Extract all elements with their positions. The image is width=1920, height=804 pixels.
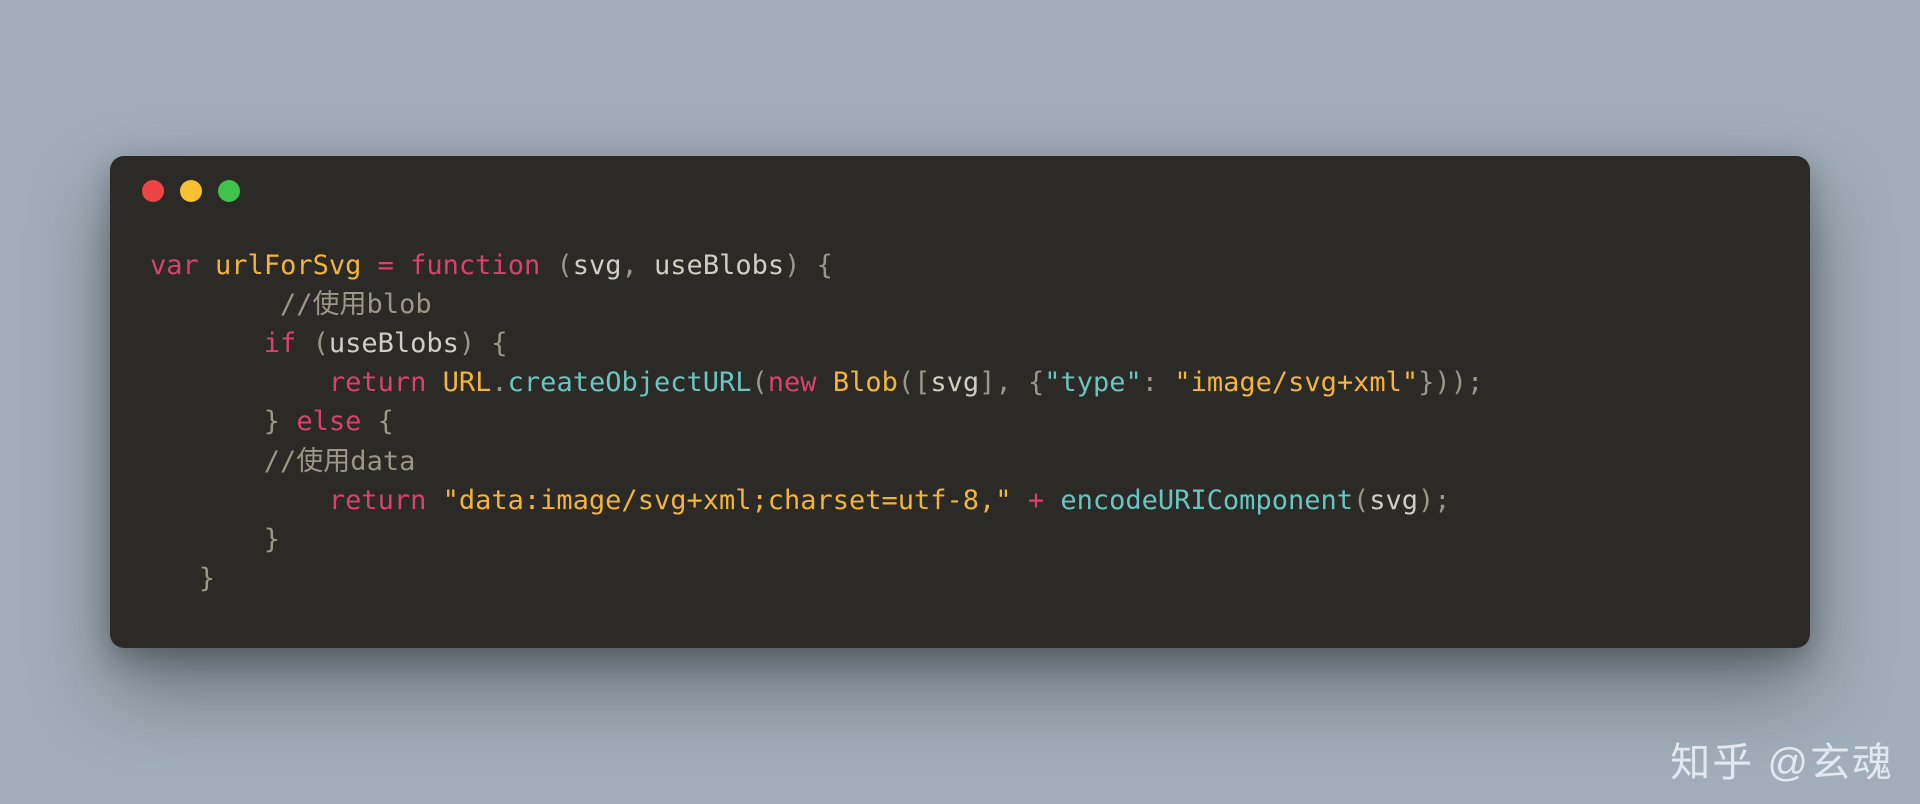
identifier-svg: svg	[1369, 485, 1418, 516]
window-titlebar	[110, 156, 1810, 226]
param-useBlobs: useBlobs	[654, 250, 784, 281]
code-window: var urlForSvg = function (svg, useBlobs)…	[110, 156, 1810, 648]
keyword-function: function	[410, 250, 540, 281]
code-block: var urlForSvg = function (svg, useBlobs)…	[110, 226, 1810, 598]
function-name: urlForSvg	[215, 250, 361, 281]
code-line-1: var urlForSvg = function (svg, useBlobs)…	[150, 250, 833, 281]
code-line-5: } else {	[150, 406, 394, 437]
keyword-new: new	[768, 367, 817, 398]
method-createObjectURL: createObjectURL	[508, 367, 752, 398]
comment: //使用blob	[280, 289, 432, 320]
code-line-9: }	[150, 563, 215, 594]
param-svg: svg	[573, 250, 622, 281]
code-line-3: if (useBlobs) {	[150, 328, 508, 359]
code-line-7: return "data:image/svg+xml;charset=utf-8…	[150, 485, 1451, 516]
identifier-useBlobs: useBlobs	[329, 328, 459, 359]
code-line-8: }	[150, 524, 280, 555]
minimize-icon[interactable]	[180, 180, 202, 202]
class-URL: URL	[443, 367, 492, 398]
keyword-var: var	[150, 250, 199, 281]
string-literal: "image/svg+xml"	[1174, 367, 1418, 398]
comment: //使用data	[264, 446, 416, 477]
close-icon[interactable]	[142, 180, 164, 202]
watermark-text: 知乎 @玄魂	[1670, 730, 1894, 788]
keyword-return: return	[329, 485, 427, 516]
class-Blob: Blob	[833, 367, 898, 398]
identifier-svg: svg	[930, 367, 979, 398]
keyword-return: return	[329, 367, 427, 398]
keyword-else: else	[296, 406, 361, 437]
code-line-6: //使用data	[150, 446, 415, 477]
code-line-2: //使用blob	[150, 289, 432, 320]
keyword-if: if	[264, 328, 297, 359]
function-encodeURIComponent: encodeURIComponent	[1060, 485, 1353, 516]
string-literal: "data:image/svg+xml;charset=utf-8,"	[443, 485, 1012, 516]
string-key-type: "type"	[1044, 367, 1142, 398]
code-line-4: return URL.createObjectURL(new Blob([svg…	[150, 367, 1483, 398]
zoom-icon[interactable]	[218, 180, 240, 202]
